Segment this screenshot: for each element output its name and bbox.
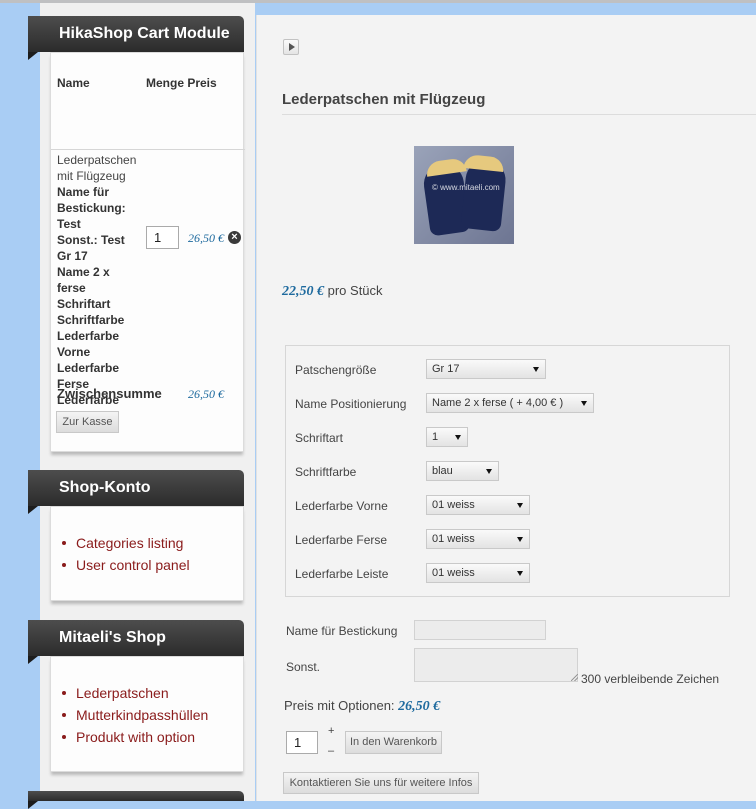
link-produkt-with-option[interactable]: Produkt with option — [61, 727, 208, 749]
embroidery-input[interactable] — [414, 620, 546, 640]
image-watermark: © www.mitaeli.com — [432, 183, 500, 192]
option-label: Schriftart — [295, 431, 344, 445]
triangle-right-icon[interactable] — [283, 39, 299, 55]
option-select-font[interactable]: 1 — [426, 427, 468, 447]
option-select-font-color[interactable]: blau — [426, 461, 499, 481]
title-divider — [282, 114, 756, 115]
cart-header-divider — [51, 149, 245, 150]
cart-item-detail: Gr 17 — [57, 249, 88, 263]
cart-item-detail: Name für — [57, 185, 110, 199]
product-image[interactable]: © www.mitaeli.com — [414, 146, 514, 244]
cart-item-detail: Schriftart — [57, 297, 111, 311]
option-select-name-position[interactable]: Name 2 x ferse ( + 4,00 € ) — [426, 393, 594, 413]
shop-module-title: Mitaeli's Shop — [28, 620, 244, 664]
embroidery-label: Name für Bestickung — [286, 624, 398, 638]
option-label: Patschengröße — [295, 363, 377, 377]
option-value: 1 — [432, 431, 439, 443]
cart-module: Name Menge Preis Lederpatschen mit Flügz… — [50, 52, 245, 452]
other-label: Sonst. — [286, 660, 321, 674]
cart-item-detail: Lederfarbe — [57, 361, 120, 375]
cart-item-detail: Test — [57, 217, 81, 231]
chevron-down-icon — [517, 571, 523, 576]
chevron-down-icon — [517, 537, 523, 542]
account-links: Categories listing User control panel — [62, 533, 190, 577]
cart-item-detail: Lederfarbe — [57, 329, 120, 343]
other-textarea[interactable] — [414, 648, 578, 682]
product-price: 22,50 € — [282, 284, 324, 299]
option-label: Lederfarbe Ferse — [295, 533, 388, 547]
cart-item-detail: Bestickung: — [57, 201, 126, 215]
account-module-title: Shop-Konto — [28, 470, 244, 514]
option-value: 01 weiss — [432, 533, 475, 545]
unit-price: 22,50 € pro Stück — [282, 283, 383, 300]
option-value: 01 weiss — [432, 499, 475, 511]
cart-item: Lederpatschen mit Flügzeug Name für Best… — [57, 152, 149, 424]
option-select-color-front[interactable]: 01 weiss — [426, 495, 530, 515]
account-module: Categories listing User control panel — [50, 506, 244, 601]
option-value: Name 2 x ferse ( + 4,00 € ) — [432, 397, 564, 409]
cart-item-quantity-input[interactable]: 1 — [146, 226, 179, 249]
product-price-unit: pro Stück — [327, 283, 383, 298]
chevron-down-icon — [455, 435, 461, 440]
cart-item-detail: Vorne — [57, 345, 91, 359]
option-select-color-trim[interactable]: 01 weiss — [426, 563, 530, 583]
chevron-down-icon — [517, 503, 523, 508]
link-lederpatschen[interactable]: Lederpatschen — [61, 683, 208, 705]
shop-links: Lederpatschen Mutterkindpasshüllen Produ… — [61, 683, 208, 749]
option-value: blau — [432, 465, 453, 477]
shop-module: Lederpatschen Mutterkindpasshüllen Produ… — [50, 656, 244, 772]
resize-grip-icon[interactable] — [571, 674, 578, 681]
product-title: Lederpatschen mit Flügzeug — [282, 91, 486, 108]
remaining-chars: 300 verbleibende Zeichen — [581, 672, 720, 686]
checkout-button[interactable]: Zur Kasse — [56, 411, 119, 433]
cart-col-qty-price: Menge Preis — [146, 76, 217, 90]
option-value: Gr 17 — [432, 363, 460, 375]
options-price-value: 26,50 € — [398, 699, 441, 714]
x-circle-icon[interactable]: × — [228, 231, 241, 244]
link-user-control-panel[interactable]: User control panel — [62, 555, 190, 577]
option-label: Lederfarbe Leiste — [295, 567, 389, 581]
link-mutterkindpasshuellen[interactable]: Mutterkindpasshüllen — [61, 705, 208, 727]
option-select-color-heel[interactable]: 01 weiss — [426, 529, 530, 549]
option-value: 01 weiss — [432, 567, 475, 579]
chevron-down-icon — [486, 469, 492, 474]
cart-col-name: Name — [57, 76, 90, 90]
cart-item-detail: Schriftfarbe — [57, 313, 125, 327]
cart-module-title: HikaShop Cart Module — [28, 16, 244, 60]
options-box: Patschengröße Gr 17 Name Positionierung … — [285, 345, 730, 597]
cart-item-detail: ferse — [57, 281, 86, 295]
chevron-down-icon — [581, 401, 587, 406]
cart-item-name-1: Lederpatschen — [57, 153, 137, 167]
options-price-label: Preis mit Optionen: — [284, 698, 395, 713]
option-label: Schriftfarbe — [295, 465, 357, 479]
cart-item-detail: Sonst.: Test — [57, 233, 125, 247]
option-label: Name Positionierung — [295, 397, 407, 411]
next-module-title — [28, 791, 244, 809]
page-background — [0, 3, 40, 801]
quantity-plus[interactable]: + — [328, 725, 334, 737]
options-price: Preis mit Optionen: 26,50 € — [284, 698, 440, 715]
main-content: Lederpatschen mit Flügzeug © www.mitaeli… — [256, 15, 756, 801]
link-categories-listing[interactable]: Categories listing — [62, 533, 190, 555]
cart-item-name-2: mit Flügzeug — [57, 169, 126, 183]
cart-subtotal-label: Zwischensumme — [57, 386, 162, 401]
cart-item-detail: Name 2 x — [57, 265, 110, 279]
option-select-size[interactable]: Gr 17 — [426, 359, 546, 379]
contact-button[interactable]: Kontaktieren Sie uns für weitere Infos — [283, 772, 479, 794]
chevron-down-icon — [533, 367, 539, 372]
cart-subtotal-price: 26,50 € — [188, 387, 224, 401]
add-to-cart-button[interactable]: In den Warenkorb — [345, 731, 442, 754]
option-label: Lederfarbe Vorne — [295, 499, 388, 513]
cart-item-price: 26,50 € — [188, 231, 224, 245]
product-quantity-input[interactable]: 1 — [286, 731, 318, 754]
quantity-minus[interactable]: – — [328, 745, 334, 757]
